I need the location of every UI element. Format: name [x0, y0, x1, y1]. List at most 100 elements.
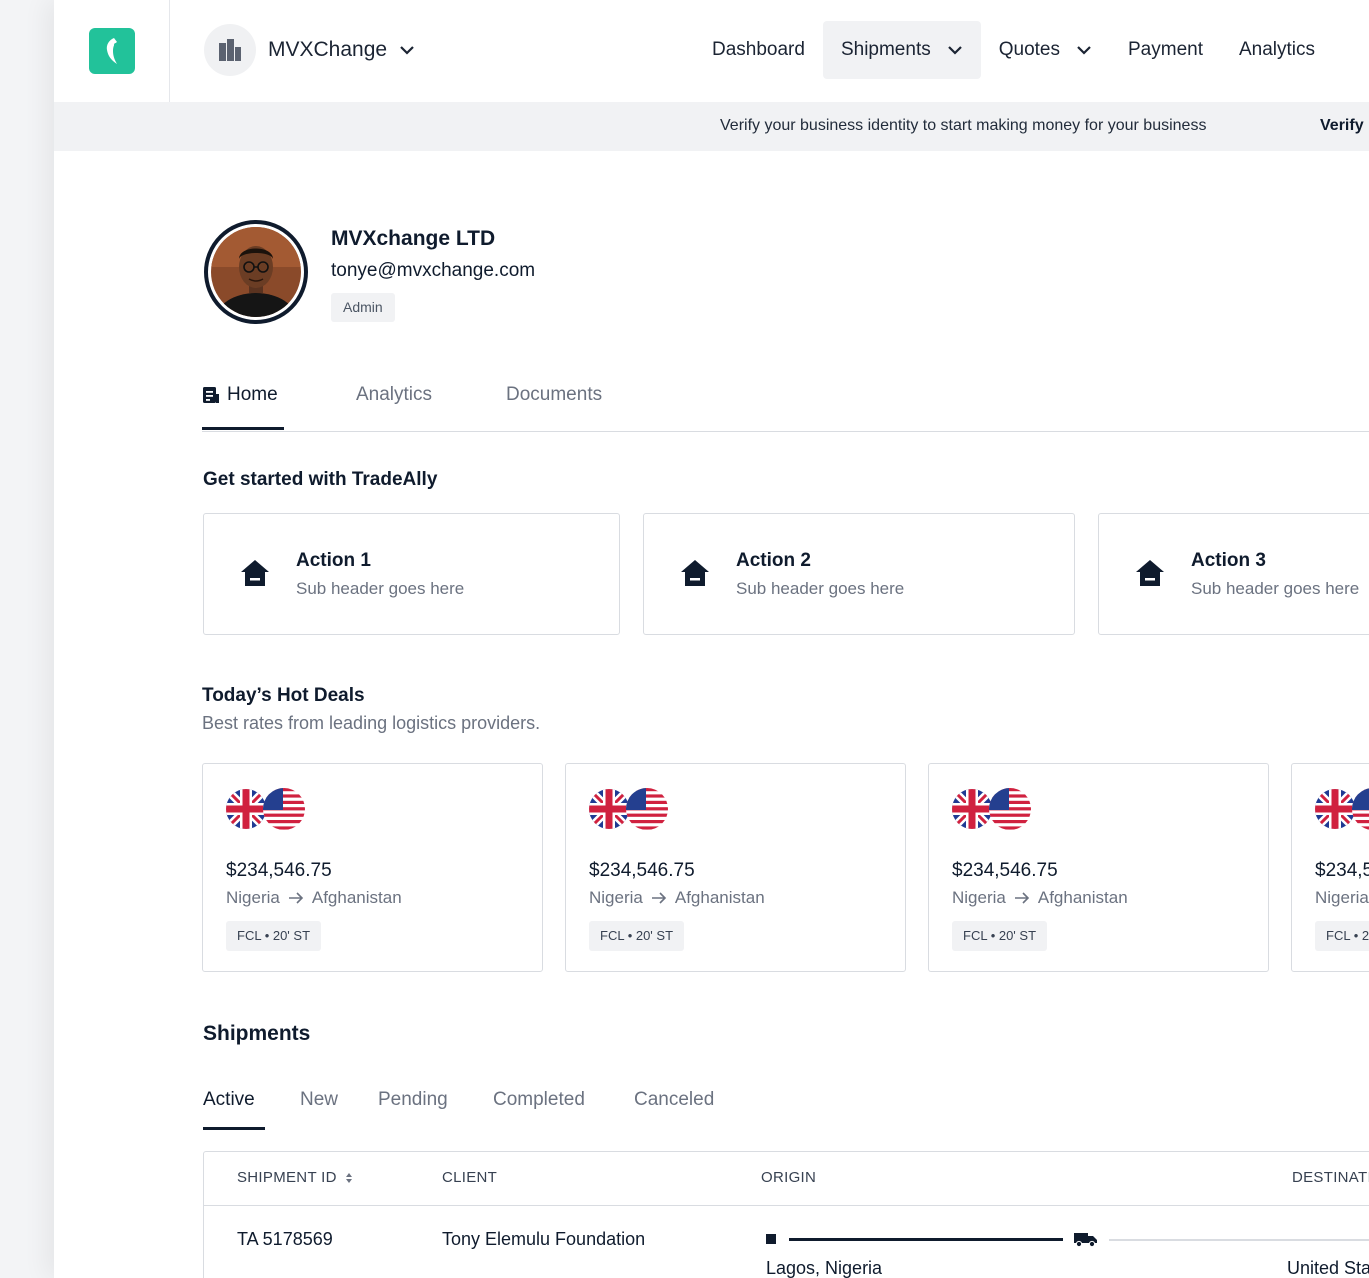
building-icon — [204, 24, 256, 76]
deal-price: $234,546.75 — [589, 860, 695, 881]
action-card[interactable]: Action 2 Sub header goes here — [643, 513, 1075, 635]
profile-tabs: Home Analytics Documents — [202, 370, 1369, 432]
column-label: SHIPMENT ID — [237, 1169, 337, 1186]
container-tag: FCL • 20' ST — [952, 921, 1048, 951]
app-window: MVXChange Dashboard Shipments Quotes Pay… — [54, 0, 1369, 1278]
action-title: Action 2 — [736, 550, 811, 571]
shipments-title: Shipments — [203, 1022, 311, 1045]
column-label: ORIGIN — [761, 1169, 817, 1186]
route-destination: Afghanistan — [674, 888, 765, 907]
active-tab-indicator — [202, 427, 284, 430]
route-origin: Nigeria — [226, 888, 280, 907]
action-subtitle: Sub header goes here — [1191, 579, 1360, 598]
action-title: Action 3 — [1191, 550, 1266, 571]
deal-card[interactable]: $234,546.75 Nigeria Afghanistan FCL • 20… — [565, 763, 906, 972]
logo-cell — [54, 0, 170, 102]
tab-analytics[interactable]: Analytics — [356, 384, 432, 406]
container-tag: FCL • 20' ST — [589, 921, 685, 951]
column-label: CLIENT — [442, 1169, 498, 1186]
nav-label: Analytics — [1238, 39, 1316, 60]
deal-route: Nigeria Afghanistan — [952, 888, 1128, 908]
profile-email: tonye@mvxchange.com — [331, 260, 536, 281]
action-subtitle: Sub header goes here — [736, 579, 905, 598]
nav-label: Shipments — [840, 39, 931, 60]
container-tag: FCL • 20' ST — [1315, 921, 1369, 951]
col-shipment-id[interactable]: SHIPMENT ID — [237, 1169, 353, 1186]
route-origin: Nigeria — [589, 888, 643, 907]
top-header: MVXChange Dashboard Shipments Quotes Pay… — [54, 0, 1369, 102]
deal-price: $234,546.75 — [952, 860, 1058, 881]
app-logo[interactable] — [88, 28, 135, 74]
hot-deals-subtitle: Best rates from leading logistics provid… — [202, 713, 541, 733]
nav-label: Dashboard — [712, 39, 805, 60]
main-nav: Dashboard Shipments Quotes Payment Analy… — [694, 21, 1333, 79]
profile-name: MVXchange LTD — [331, 227, 496, 250]
uk-us-flags-icon — [589, 787, 669, 831]
tab-home[interactable]: Home — [202, 384, 278, 406]
nav-analytics[interactable]: Analytics — [1221, 21, 1333, 79]
client-name: Tony Elemulu Foundation — [442, 1229, 646, 1249]
deal-price: $234,546.75 — [226, 860, 332, 881]
arrow-right-icon — [651, 892, 666, 904]
tab-label: Analytics — [356, 384, 433, 405]
origin-city: Lagos, Nigeria — [766, 1258, 883, 1278]
org-name: MVXChange — [268, 38, 388, 61]
active-tab-indicator — [203, 1127, 265, 1130]
deal-card[interactable]: $234,546.75 Nigeria Afghanistan FCL • 20… — [928, 763, 1269, 972]
home-icon — [1136, 560, 1164, 586]
col-origin: ORIGIN — [761, 1169, 816, 1186]
nav-quotes[interactable]: Quotes — [981, 21, 1110, 79]
chevron-down-icon — [400, 46, 414, 55]
deal-route: Nigeria Afghanistan — [226, 888, 402, 908]
destination-city: United States — [1287, 1258, 1369, 1278]
col-client: CLIENT — [442, 1169, 497, 1186]
role-badge: Admin — [331, 293, 395, 322]
nav-payment[interactable]: Payment — [1110, 21, 1221, 79]
nav-label: Quotes — [998, 39, 1060, 60]
tab-active[interactable]: Active — [203, 1089, 255, 1111]
deal-route: Nigeria Afghanistan — [1315, 888, 1369, 908]
deal-card[interactable]: $234,546.75 Nigeria Afghanistan FCL • 20… — [1291, 763, 1369, 972]
uk-us-flags-icon — [952, 787, 1032, 831]
document-icon — [203, 387, 219, 403]
action-subtitle: Sub header goes here — [296, 579, 465, 598]
tab-completed[interactable]: Completed — [493, 1089, 585, 1111]
action-title: Action 1 — [296, 550, 371, 571]
org-switcher[interactable]: MVXChange — [204, 24, 415, 76]
nav-shipments[interactable]: Shipments — [822, 21, 981, 79]
tab-documents[interactable]: Documents — [506, 384, 602, 406]
arrow-right-icon — [288, 892, 303, 904]
logo-mark-icon — [106, 38, 118, 64]
uk-us-flags-icon — [226, 787, 306, 831]
deal-price: $234,546.75 — [1315, 860, 1369, 881]
origin-marker-icon — [766, 1234, 776, 1244]
verify-link[interactable]: Verify — [1320, 117, 1364, 135]
route-origin: Nigeria — [1315, 888, 1369, 907]
action-card[interactable]: Action 3 Sub header goes here — [1098, 513, 1369, 635]
tab-canceled[interactable]: Canceled — [634, 1089, 714, 1111]
banner-text: Verify your business identity to start m… — [720, 117, 1207, 134]
deal-card[interactable]: $234,546.75 Nigeria Afghanistan FCL • 20… — [202, 763, 543, 972]
shipment-id: TA 5178569 — [237, 1229, 333, 1249]
route-destination: Afghanistan — [1037, 888, 1128, 907]
arrow-right-icon — [1014, 892, 1029, 904]
avatar[interactable] — [204, 220, 308, 324]
action-card[interactable]: Action 1 Sub header goes here — [203, 513, 620, 635]
sort-icon — [345, 1172, 352, 1183]
tab-label: Documents — [506, 384, 603, 405]
column-label: DESTINATION — [1292, 1169, 1369, 1186]
chevron-down-icon — [947, 46, 962, 55]
chevron-down-icon — [1077, 46, 1091, 55]
route-destination: Afghanistan — [311, 888, 402, 907]
progress-remaining-line — [1109, 1239, 1369, 1241]
tab-new[interactable]: New — [300, 1089, 338, 1111]
container-tag: FCL • 20' ST — [226, 921, 322, 951]
nav-dashboard[interactable]: Dashboard — [694, 21, 823, 79]
tab-label: Home — [227, 384, 278, 405]
route-origin: Nigeria — [952, 888, 1006, 907]
uk-us-flags-icon — [1315, 787, 1369, 831]
hot-deals-title: Today’s Hot Deals — [202, 685, 365, 706]
verify-banner: Verify your business identity to start m… — [54, 102, 1369, 151]
deal-route: Nigeria Afghanistan — [589, 888, 765, 908]
tab-pending[interactable]: Pending — [378, 1089, 448, 1111]
